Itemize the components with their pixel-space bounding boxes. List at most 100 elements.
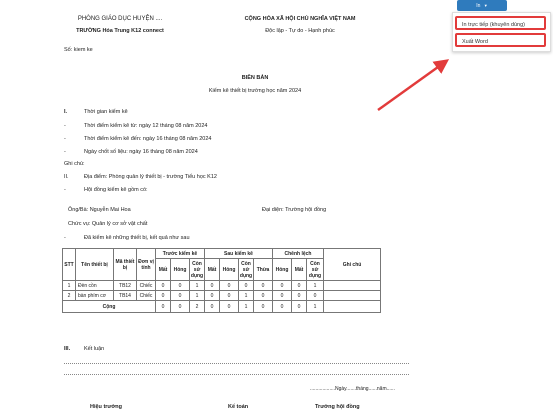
- motto: Độc lập - Tự do - Hạnh phúc: [265, 28, 335, 34]
- col-usable: Còn sử dụng: [306, 258, 324, 281]
- cell: 1: [238, 290, 254, 301]
- cell: [323, 300, 381, 313]
- col-note: Ghi chú: [323, 248, 381, 281]
- cell: 0: [253, 300, 273, 313]
- signing-date: ..................Ngày.......tháng......…: [310, 386, 395, 392]
- cell: 1: [189, 280, 205, 291]
- cell: 0: [272, 300, 292, 313]
- school-name: TRƯỜNG Hóa Trung K12 connect: [76, 28, 164, 34]
- col-usable: Còn sử dụng: [238, 258, 254, 281]
- note-label: Ghi chú:: [64, 161, 85, 167]
- member-position: Chức vụ: Quản lý cơ sở vật chất: [68, 221, 148, 227]
- cell: 0: [291, 300, 307, 313]
- cell: TB14: [113, 290, 137, 301]
- council-label: Hội đồng kiểm kê gồm có:: [84, 187, 148, 193]
- col-name: Tên thiết bị: [75, 248, 114, 281]
- cell: 0: [291, 290, 307, 301]
- col-stt: STT: [62, 248, 76, 281]
- cell: 0: [272, 280, 292, 291]
- cell: [323, 280, 381, 291]
- cell: 0: [291, 280, 307, 291]
- cell: 1: [306, 280, 324, 291]
- print-button-label: In: [476, 3, 481, 9]
- cell: 0: [170, 300, 190, 313]
- col-broken: Hỏng: [170, 258, 190, 281]
- cell: 0: [219, 280, 239, 291]
- cell: 1: [189, 290, 205, 301]
- caret-down-icon: ▼: [483, 3, 488, 8]
- col-after: Sau kiểm kê: [204, 248, 273, 259]
- cell: 1: [306, 300, 324, 313]
- section-3-title: Kết luận: [84, 346, 105, 352]
- bullet: -: [64, 187, 66, 193]
- cell: 0: [204, 290, 220, 301]
- cell: bàn phím cơ: [75, 290, 114, 301]
- report-title: BIÊN BẢN: [241, 75, 269, 81]
- col-usable: Còn sử dụng: [189, 258, 205, 281]
- cell: 0: [219, 300, 239, 313]
- signature-accountant: Kế toán: [228, 404, 249, 410]
- cell: Chiếc: [136, 290, 156, 301]
- cell: 0: [204, 280, 220, 291]
- cell: 0: [253, 280, 273, 291]
- cell: 0: [204, 300, 220, 313]
- cell: 0: [155, 290, 171, 301]
- col-extra: Thừa: [253, 258, 273, 281]
- cell: 2: [189, 300, 205, 313]
- inventory-intro: Đã kiểm kê những thiết bị, kết quả như s…: [84, 235, 190, 241]
- cell: 0: [170, 290, 190, 301]
- cell: TB12: [113, 280, 137, 291]
- inventory-table: STT Tên thiết bị Mã thiết bị Đơn vị tính…: [62, 248, 381, 313]
- bullet: -: [64, 136, 66, 142]
- print-button[interactable]: In ▼: [457, 0, 507, 11]
- cell: [323, 290, 381, 301]
- table-total-row: Cộng 0 0 2 0 0 1 0 0 0 1: [62, 300, 381, 313]
- section-1-number: I.: [64, 109, 68, 115]
- table-row: 2 bàn phím cơ TB14 Chiếc 0 0 1 0 0 1 0 0…: [62, 290, 381, 301]
- col-broken: Hỏng: [272, 258, 292, 281]
- col-lost: Mất: [155, 258, 171, 281]
- document-number: Số: kiem ke: [64, 47, 93, 53]
- section-1-title: Thời gian kiểm kê: [84, 109, 128, 115]
- col-unit: Đơn vị tính: [136, 248, 156, 281]
- menu-item-print-direct[interactable]: In trực tiếp (khuyên dùng): [455, 16, 546, 30]
- start-time: Thời điểm kiểm kê từ: ngày 12 tháng 08 n…: [84, 123, 208, 129]
- col-lost: Mất: [204, 258, 220, 281]
- cell: 0: [170, 280, 190, 291]
- cell: 1: [62, 280, 76, 291]
- council-member: Ông/Bà: Nguyễn Mai Hoa: [68, 207, 131, 213]
- col-broken: Hỏng: [219, 258, 239, 281]
- col-diff: Chênh lệch: [272, 248, 324, 259]
- total-label: Cộng: [62, 300, 156, 313]
- cell: 0: [253, 290, 273, 301]
- inventory-report: PHÒNG GIÁO DỤC HUYỆN .... TRƯỜNG Hóa Tru…: [0, 0, 460, 414]
- section-3-number: III.: [64, 346, 71, 352]
- signature-chair: Trưởng hội đồng: [315, 404, 360, 410]
- cell: 0: [272, 290, 292, 301]
- col-lost: Mất: [291, 258, 307, 281]
- cell: 0: [155, 300, 171, 313]
- republic-title: CỘNG HÒA XÃ HỘI CHỦ NGHĨA VIỆT NAM: [244, 16, 356, 22]
- menu-item-export-word[interactable]: Xuất Word: [455, 33, 546, 47]
- closing-date: Ngày chốt số liệu: ngày 16 tháng 08 năm …: [84, 149, 198, 155]
- print-dropdown-menu: In trực tiếp (khuyên dùng) Xuất Word: [452, 12, 551, 52]
- cell: 0: [238, 280, 254, 291]
- member-representation: Đại diện: Trường hội đồng: [262, 207, 327, 213]
- cell: 2: [62, 290, 76, 301]
- conclusion-line: [64, 374, 409, 375]
- end-time: Thời điểm kiểm kê đến: ngày 16 tháng 08 …: [84, 136, 212, 142]
- section-2-number: II.: [64, 174, 69, 180]
- report-subtitle: Kiểm kê thiết bị trường học năm 2024: [208, 88, 302, 94]
- bullet: -: [64, 235, 66, 241]
- cell: 0: [219, 290, 239, 301]
- cell: 0: [306, 290, 324, 301]
- location: Địa điểm: Phòng quản lý thiết bị - trườn…: [84, 174, 217, 180]
- table-row: 1 Đèn cồn TB12 Chiếc 0 0 1 0 0 0 0 0 0 1: [62, 280, 381, 291]
- cell: 1: [238, 300, 254, 313]
- cell: Đèn cồn: [75, 280, 114, 291]
- col-before: Trước kiểm kê: [155, 248, 205, 259]
- cell: 0: [155, 280, 171, 291]
- conclusion-line: [64, 363, 409, 364]
- bullet: -: [64, 149, 66, 155]
- signature-principal: Hiệu trưởng: [90, 404, 123, 410]
